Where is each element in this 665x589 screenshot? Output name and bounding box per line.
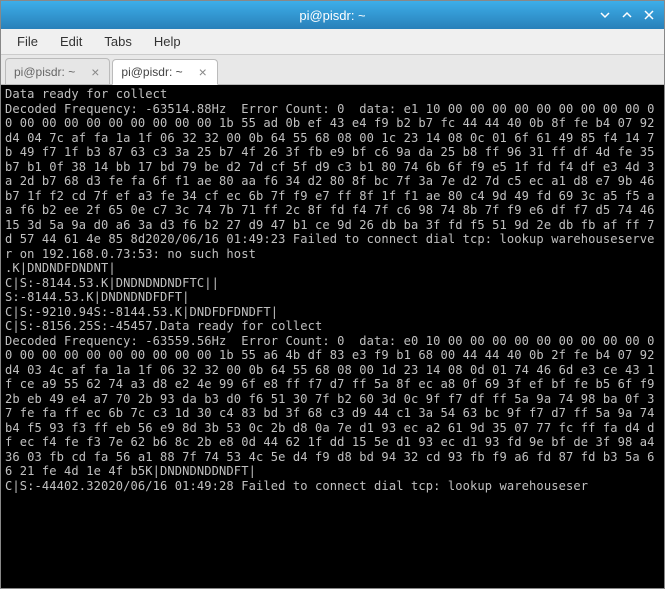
chevron-up-icon [622,10,632,20]
menu-file[interactable]: File [7,31,48,52]
minimize-button[interactable] [598,8,612,22]
terminal-output[interactable]: Data ready for collect Decoded Frequency… [1,85,664,588]
tab-label: pi@pisdr: ~ [121,65,182,79]
tab-close-button[interactable]: × [197,65,209,79]
titlebar: pi@pisdr: ~ [1,1,664,29]
tab-1[interactable]: pi@pisdr: ~ × [5,58,110,84]
close-icon [644,10,654,20]
tabbar: pi@pisdr: ~ × pi@pisdr: ~ × [1,55,664,85]
menu-tabs[interactable]: Tabs [94,31,141,52]
tab-2[interactable]: pi@pisdr: ~ × [112,59,217,85]
app-window: pi@pisdr: ~ File Edit Tabs Help pi@pisdr… [0,0,665,589]
menu-help[interactable]: Help [144,31,191,52]
close-button[interactable] [642,8,656,22]
tab-label: pi@pisdr: ~ [14,65,75,79]
window-title: pi@pisdr: ~ [7,8,658,23]
menu-edit[interactable]: Edit [50,31,92,52]
tab-close-button[interactable]: × [89,65,101,79]
maximize-button[interactable] [620,8,634,22]
window-controls [598,8,656,22]
menubar: File Edit Tabs Help [1,29,664,55]
chevron-down-icon [600,10,610,20]
